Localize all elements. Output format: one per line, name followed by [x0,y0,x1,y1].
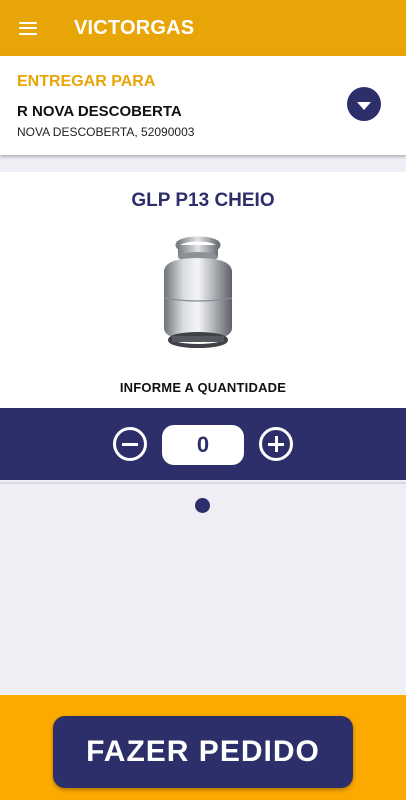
menu-button[interactable] [0,0,56,56]
address-detail: NOVA DESCOBERTA, 52090003 [17,125,195,139]
product-name: GLP P13 CHEIO [131,190,275,211]
plus-vertical-stroke [274,436,278,452]
quantity-stepper: 0 [0,408,406,480]
delivery-label: ENTREGAR PARA [17,73,156,90]
product-card: GLP P13 CHEIO INFORME A QUANTIDADE [0,172,406,408]
increment-button[interactable] [259,427,293,461]
place-order-button[interactable]: FAZER PEDIDO [53,716,353,788]
decrement-button[interactable] [113,427,147,461]
quantity-label: INFORME A QUANTIDADE [119,380,287,395]
chevron-down-icon [357,101,371,110]
delivery-address-card: ENTREGAR PARA R NOVA DESCOBERTA NOVA DES… [0,56,406,155]
address-street: R NOVA DESCOBERTA [17,103,182,120]
app-title: VICTORGAS [74,16,195,39]
hamburger-menu-icon [19,21,37,35]
footer: FAZER PEDIDO [0,695,406,800]
divider [0,482,406,484]
minus-circle-icon [122,442,138,446]
app-bar: VICTORGAS [0,0,406,56]
quantity-value[interactable]: 0 [162,425,244,465]
gas-cylinder-image [163,236,233,348]
page-indicator-dot[interactable] [195,498,210,513]
address-dropdown-button[interactable] [347,87,381,121]
